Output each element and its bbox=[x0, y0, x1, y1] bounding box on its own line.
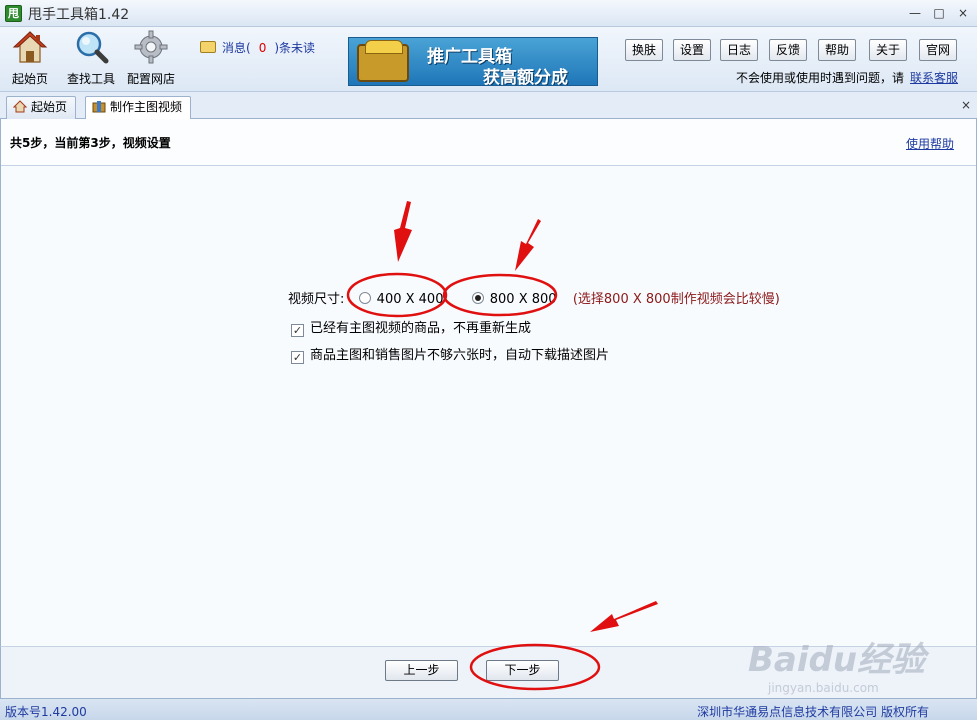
banner-line2: 获高额分成 bbox=[483, 68, 568, 86]
copyright-text: 深圳市华通易点信息技术有限公司 版权所有 bbox=[697, 705, 929, 719]
home-tool-label: 起始页 bbox=[12, 72, 49, 86]
help-button[interactable]: 帮助 bbox=[818, 39, 857, 61]
option-800-label[interactable]: 800 X 800 bbox=[490, 292, 557, 307]
tab-home[interactable]: 起始页 bbox=[6, 96, 77, 119]
message-suffix: )条未读 bbox=[274, 41, 316, 55]
option-400-label[interactable]: 400 X 400 bbox=[377, 292, 444, 307]
promo-banner[interactable]: 推广工具箱 获高额分成 bbox=[348, 37, 598, 86]
skin-button[interactable]: 换肤 bbox=[625, 39, 664, 61]
skip-existing-checkbox[interactable]: ✓ bbox=[291, 324, 304, 337]
house-icon bbox=[12, 31, 48, 63]
help-line: 不会使用或使用时遇到问题，请 联系客服 bbox=[736, 69, 958, 86]
settings-button[interactable]: 设置 bbox=[673, 39, 712, 61]
home-tool-button[interactable]: 起始页 bbox=[12, 29, 48, 87]
skip-existing-label[interactable]: 已经有主图视频的商品，不再重新生成 bbox=[310, 321, 531, 336]
step-header: 共5步，当前第3步，视频设置 使用帮助 bbox=[1, 119, 976, 166]
minimize-button[interactable]: — bbox=[906, 4, 924, 22]
feedback-button[interactable]: 反馈 bbox=[769, 39, 808, 61]
config-store-button[interactable]: 配置网店 bbox=[127, 29, 175, 87]
skip-existing-row[interactable]: ✓ 已经有主图视频的商品，不再重新生成 bbox=[291, 317, 531, 337]
video-size-row: 视频尺寸: 400 X 400 800 X 800 (选择800 X 800制作… bbox=[288, 288, 780, 307]
contact-support-link[interactable]: 联系客服 bbox=[910, 71, 958, 85]
toolbar: 起始页 查找工具 配置网店 消息(0)条未读 推广工具箱 获高额分成 换肤 … bbox=[0, 27, 977, 92]
find-tool-label: 查找工具 bbox=[67, 72, 116, 86]
envelope-icon bbox=[200, 41, 216, 53]
status-bar: 版本号1.42.00 深圳市华通易点信息技术有限公司 版权所有 bbox=[0, 698, 977, 720]
auto-download-row[interactable]: ✓ 商品主图和销售图片不够六张时，自动下载描述图片 bbox=[291, 344, 609, 364]
radio-800[interactable] bbox=[471, 292, 484, 304]
message-count: 0 bbox=[258, 41, 267, 55]
auto-download-checkbox[interactable]: ✓ bbox=[291, 351, 304, 364]
find-tool-button[interactable]: 查找工具 bbox=[67, 29, 115, 87]
watermark-url: jingyan.baidu.com bbox=[768, 681, 879, 695]
radio-400[interactable] bbox=[358, 292, 371, 304]
window-title: 甩手工具箱1.42 bbox=[28, 7, 130, 23]
message-prefix: 消息( bbox=[222, 41, 251, 55]
title-bar: 甩 甩手工具箱1.42 — □ × bbox=[0, 0, 977, 27]
main-content: 共5步，当前第3步，视频设置 使用帮助 视频尺寸: 400 X 400 800 … bbox=[0, 119, 977, 646]
version-text: 版本号1.42.00 bbox=[5, 705, 87, 719]
prev-step-button[interactable]: 上一步 bbox=[385, 660, 458, 681]
tab-home-label: 起始页 bbox=[31, 100, 68, 114]
about-button[interactable]: 关于 bbox=[869, 39, 908, 61]
tab-bar: 起始页 制作主图视频 × bbox=[0, 92, 977, 120]
size-note: (选择800 X 800制作视频会比较慢) bbox=[572, 292, 780, 307]
next-step-button[interactable]: 下一步 bbox=[486, 660, 559, 681]
config-store-label: 配置网店 bbox=[127, 72, 176, 86]
message-link[interactable]: 消息( 0 )条未读 bbox=[200, 39, 315, 56]
video-size-label: 视频尺寸: bbox=[288, 292, 345, 307]
tab-make-video-label: 制作主图视频 bbox=[110, 100, 183, 114]
step-title: 共5步，当前第3步，视频设置 bbox=[10, 136, 171, 150]
close-button[interactable]: × bbox=[954, 4, 972, 22]
website-button[interactable]: 官网 bbox=[919, 39, 958, 61]
option-800-radio[interactable]: 800 X 800 bbox=[471, 292, 557, 307]
magnifier-icon bbox=[76, 31, 109, 64]
package-icon bbox=[92, 101, 106, 113]
help-text: 不会使用或使用时遇到问题，请 bbox=[735, 71, 904, 85]
restore-button[interactable]: □ bbox=[930, 4, 948, 22]
app-icon: 甩 bbox=[5, 5, 22, 22]
option-400-radio[interactable]: 400 X 400 bbox=[358, 292, 444, 307]
watermark-brand: Baidu经验 bbox=[748, 640, 926, 680]
log-button[interactable]: 日志 bbox=[720, 39, 759, 61]
baidu-watermark: Baidu经验 jingyan.baidu.com bbox=[748, 632, 925, 695]
auto-download-label[interactable]: 商品主图和销售图片不够六张时，自动下载描述图片 bbox=[310, 348, 609, 363]
tab-make-video[interactable]: 制作主图视频 bbox=[85, 96, 192, 120]
gear-icon bbox=[134, 30, 168, 64]
use-help-link[interactable]: 使用帮助 bbox=[906, 135, 954, 152]
treasure-chest-icon bbox=[357, 40, 409, 82]
house-icon bbox=[13, 100, 27, 113]
tab-close-icon[interactable]: × bbox=[961, 98, 971, 112]
